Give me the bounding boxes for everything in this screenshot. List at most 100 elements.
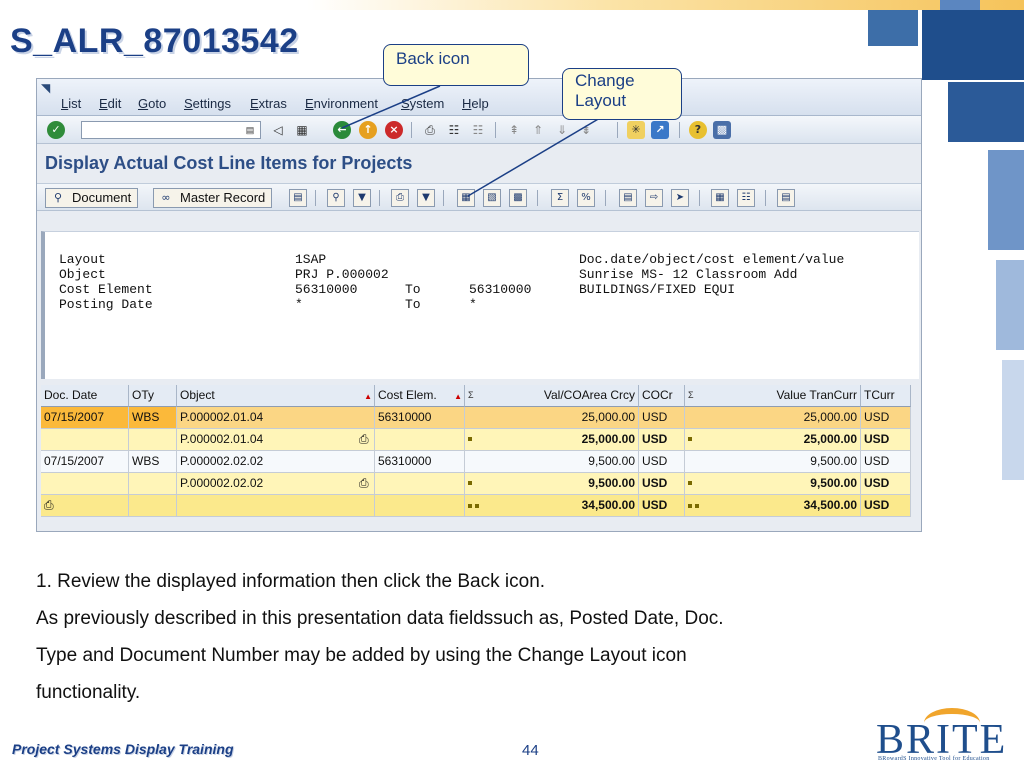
header-label: Cost Element (59, 282, 153, 297)
menu-list[interactable]: List (61, 96, 81, 111)
total-icon[interactable]: Σ (551, 189, 569, 207)
layout-menu-icon[interactable]: ▩ (713, 121, 731, 139)
menu-extras[interactable]: Extras (250, 96, 287, 111)
cell-val-tran: 9,500.00 (685, 473, 861, 495)
command-input[interactable] (82, 124, 260, 140)
master-record-button[interactable]: ∞ Master Record (153, 188, 273, 208)
local-file-icon[interactable]: ▤ (777, 189, 795, 207)
menu-system[interactable]: System (401, 96, 444, 111)
display-graphic-icon[interactable]: ▤ (619, 189, 637, 207)
header-description: BUILDINGS/FIXED EQUI (579, 282, 736, 297)
cancel-icon[interactable]: × (385, 121, 403, 139)
menu-goto[interactable]: Goto (138, 96, 166, 111)
column-header-val-coarea[interactable]: Σ Val/COArea Crcy (465, 385, 639, 407)
decor-block (988, 150, 1024, 250)
enter-icon[interactable]: ✓ (47, 121, 65, 139)
column-header-val-tran[interactable]: Σ Value TranCurr (685, 385, 861, 407)
cell-val-coarea-text: 34,500.00 (581, 498, 635, 512)
column-header-doc-date[interactable]: Doc. Date (41, 385, 129, 407)
total-row[interactable]: ⎙ 34,500.00 USD 34,500.00 USD (41, 495, 915, 517)
save-layout-icon[interactable]: ▩ (509, 189, 527, 207)
table-row[interactable]: 07/15/2007 WBS P.000002.02.02 56310000 9… (41, 451, 915, 473)
total-level-icon[interactable]: ⎙ (44, 498, 54, 512)
send-icon[interactable]: ➤ (671, 189, 689, 207)
arrow-left-icon[interactable]: ◁ (269, 121, 287, 139)
slide: S_ALR_87013542 ◥ List Edit Goto Settings… (0, 0, 1024, 768)
subtotal-level-icon[interactable]: ⎙ (359, 473, 369, 494)
footer-course-title: Project Systems Display Training (12, 741, 234, 757)
cell-val-coarea: 25,000.00 (465, 429, 639, 451)
menu-environment[interactable]: Environment (305, 96, 378, 111)
change-layout-icon[interactable]: ▦ (457, 189, 475, 207)
cell-val-coarea: 34,500.00 (465, 495, 639, 517)
menu-edit[interactable]: Edit (99, 96, 121, 111)
find-icon[interactable]: ⚲ (327, 189, 345, 207)
new-session-icon[interactable]: ✳ (627, 121, 645, 139)
word-processing-icon[interactable]: ☷ (737, 189, 755, 207)
table-row[interactable]: 07/15/2007 WBS P.000002.01.04 56310000 2… (41, 407, 915, 429)
details-icon[interactable]: ▤ (289, 189, 307, 207)
cell-val-coarea: 9,500.00 (465, 451, 639, 473)
print-preview-icon[interactable]: ⎙ (391, 189, 409, 207)
back-icon-callout-text: Back icon (396, 49, 470, 68)
subtotal-icon[interactable]: % (577, 189, 595, 207)
application-toolbar: ⚲ Document ∞ Master Record ▤ ⚲ ▼ ⎙ ▼ ▦ ▧… (37, 183, 921, 211)
column-header-cocr[interactable]: COCr (639, 385, 685, 407)
save-icon[interactable]: ▦ (293, 121, 311, 139)
command-field[interactable] (81, 121, 261, 140)
decor-block (922, 10, 1024, 80)
column-header-tcurr[interactable]: TCurr (861, 385, 911, 407)
header-label: Posting Date (59, 297, 153, 312)
previous-page-icon[interactable]: ⇑ (529, 121, 547, 139)
select-layout-icon[interactable]: ▧ (483, 189, 501, 207)
cell-val-tran: 25,000.00 (685, 407, 861, 429)
header-to-label: To (405, 282, 421, 297)
filter-icon[interactable]: ▼ (353, 189, 371, 207)
find-icon[interactable]: ☷ (445, 121, 463, 139)
shortcut-icon[interactable]: ↗ (651, 121, 669, 139)
decor-block (868, 10, 918, 46)
header-label: Layout (59, 252, 106, 267)
cell-val-coarea: 25,000.00 (465, 407, 639, 429)
cell-doc-date: 07/15/2007 (41, 407, 129, 429)
first-page-icon[interactable]: ⇞ (505, 121, 523, 139)
sum-icon: Σ (468, 390, 474, 400)
sum-filter-icon[interactable]: ▼ (417, 189, 435, 207)
column-header-object[interactable]: Object ▲ (177, 385, 375, 407)
cell-cocr: USD (639, 451, 685, 473)
header-to-value: 56310000 (469, 282, 532, 297)
change-layout-callout-line1: Change (575, 71, 635, 90)
print-icon[interactable]: ⎙ (421, 121, 439, 139)
sap-window: ◥ List Edit Goto Settings Extras Environ… (36, 78, 922, 532)
cell-tcurr: USD (861, 495, 911, 517)
command-history-icon[interactable]: ▤ (243, 121, 257, 139)
cell-doc-date: 07/15/2007 (41, 451, 129, 473)
export-icon[interactable]: ⇨ (645, 189, 663, 207)
window-menu-icon[interactable]: ◥ (41, 81, 50, 95)
cell-object: P.000002.02.02 (177, 451, 375, 473)
page-number: 44 (522, 742, 539, 759)
cell-cocr: USD (639, 407, 685, 429)
subtotal-dot-icon (468, 437, 472, 441)
header-description: Sunrise MS- 12 Classroom Add (579, 267, 798, 282)
exit-icon[interactable]: ↑ (359, 121, 377, 139)
menu-settings[interactable]: Settings (184, 96, 231, 111)
column-header-cost-elem[interactable]: Cost Elem. ▲ (375, 385, 465, 407)
last-page-icon[interactable]: ⇟ (577, 121, 595, 139)
find-next-icon[interactable]: ☷ (469, 121, 487, 139)
spreadsheet-icon[interactable]: ▦ (711, 189, 729, 207)
subtotal-row[interactable]: P.000002.01.04 ⎙ 25,000.00 USD 25,000.00 … (41, 429, 915, 451)
document-button[interactable]: ⚲ Document (45, 188, 139, 208)
back-icon[interactable]: ← (333, 121, 351, 139)
menu-help[interactable]: Help (462, 96, 489, 111)
toolbar-separator (765, 190, 766, 206)
header-label: Object (59, 267, 106, 282)
column-header-oty[interactable]: OTy (129, 385, 177, 407)
cell-tcurr: USD (861, 451, 911, 473)
next-page-icon[interactable]: ⇓ (553, 121, 571, 139)
cell-object-text: P.000002.02.02 (180, 476, 264, 490)
subtotal-level-icon[interactable]: ⎙ (359, 429, 369, 450)
help-icon[interactable]: ? (689, 121, 707, 139)
subtotal-row[interactable]: P.000002.02.02 ⎙ 9,500.00 USD 9,500.00 US… (41, 473, 915, 495)
cell-oty: WBS (129, 407, 177, 429)
